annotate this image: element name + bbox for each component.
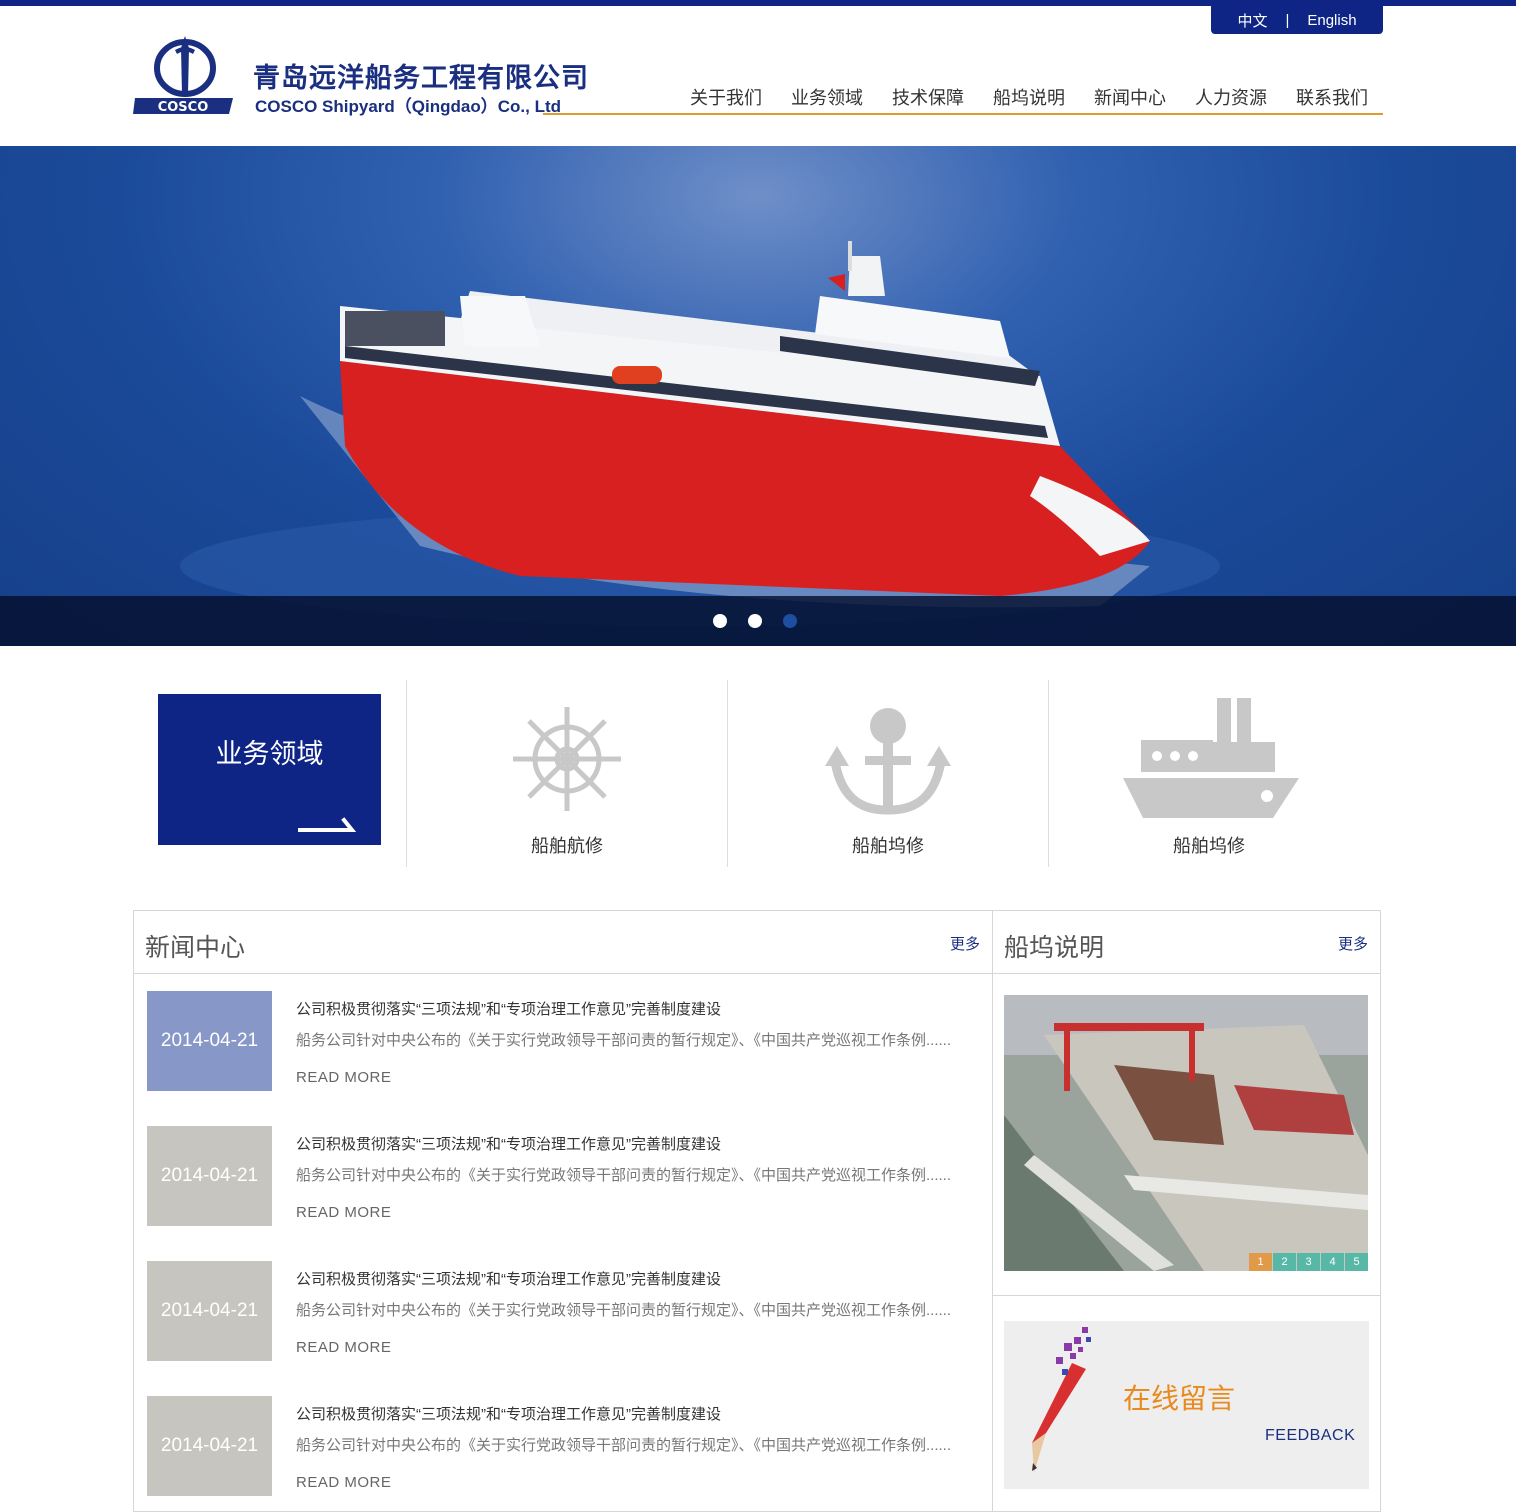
pager-page-1[interactable]: 1 <box>1249 1253 1272 1271</box>
nav-item-contact[interactable]: 联系我们 <box>1296 84 1368 110</box>
anchor-icon <box>825 708 951 815</box>
news-item: 2014-04-21 公司积极贯彻落实“三项法规”和“专项治理工作意见”完善制度… <box>147 1396 987 1496</box>
lang-english-link[interactable]: English <box>1307 12 1356 29</box>
feedback-title-en: FEEDBACK <box>1265 1427 1356 1444</box>
read-more-link[interactable]: READ MORE <box>296 1339 391 1356</box>
pager-page-2[interactable]: 2 <box>1273 1253 1296 1271</box>
service-label: 船舶坞修 <box>852 836 924 856</box>
svg-text:COSCO: COSCO <box>158 100 209 115</box>
dock-more-link[interactable]: 更多 <box>1338 933 1368 954</box>
shipyard-photo[interactable]: 1 2 3 4 5 <box>1004 995 1368 1271</box>
dock-header: 船坞说明 更多 <box>993 911 1380 974</box>
news-date: 2014-04-21 <box>147 1261 272 1361</box>
main-nav: 关于我们 业务领域 技术保障 船坞说明 新闻中心 人力资源 联系我们 <box>543 82 1383 115</box>
company-logo[interactable]: COSCO 青岛远洋船务工程有限公司 COSCO Shipyard（Qingda… <box>133 34 588 116</box>
nav-item-tech[interactable]: 技术保障 <box>892 84 964 110</box>
ship-icon <box>1123 698 1299 818</box>
news-item-title[interactable]: 公司积极贯彻落实“三项法规”和“专项治理工作意见”完善制度建设 <box>296 1268 721 1289</box>
news-panel: 新闻中心 更多 2014-04-21 公司积极贯彻落实“三项法规”和“专项治理工… <box>133 910 993 1512</box>
news-item: 2014-04-21 公司积极贯彻落实“三项法规”和“专项治理工作意见”完善制度… <box>147 1126 987 1226</box>
service-ship-repair[interactable]: 船舶航修 <box>406 680 727 867</box>
service-label: 船舶坞修 <box>1173 836 1245 856</box>
pager-page-5[interactable]: 5 <box>1345 1253 1368 1271</box>
nav-item-business[interactable]: 业务领域 <box>791 84 863 110</box>
hero-banner[interactable] <box>0 146 1516 646</box>
shipyard-image <box>1004 995 1368 1271</box>
pager-page-4[interactable]: 4 <box>1321 1253 1344 1271</box>
language-switcher: 中文 | English <box>1211 6 1383 34</box>
company-name-en: COSCO Shipyard（Qingdao）Co., Ltd <box>255 97 561 116</box>
service-label: 船舶航修 <box>531 836 603 856</box>
ship-wheel-icon <box>513 707 621 811</box>
slide-dot-3[interactable] <box>783 614 797 628</box>
nav-item-about[interactable]: 关于我们 <box>690 84 762 110</box>
photo-pager: 1 2 3 4 5 <box>1248 1253 1368 1271</box>
news-item-title[interactable]: 公司积极贯彻落实“三项法规”和“专项治理工作意见”完善制度建设 <box>296 1403 721 1424</box>
feedback-title-cn: 在线留言 <box>1123 1383 1236 1414</box>
news-item: 2014-04-21 公司积极贯彻落实“三项法规”和“专项治理工作意见”完善制度… <box>147 1261 987 1361</box>
news-item-desc: 船务公司针对中央公布的《关于实行党政领导干部问责的暂行规定》、《中国共产党巡视工… <box>296 1032 952 1049</box>
slide-dot-1[interactable] <box>713 614 727 628</box>
pager-page-3[interactable]: 3 <box>1297 1253 1320 1271</box>
slide-dot-2[interactable] <box>748 614 762 628</box>
feedback-banner[interactable]: 在线留言 FEEDBACK <box>1004 1321 1369 1489</box>
service-dock-repair-2[interactable]: 船舶坞修 <box>1048 680 1369 867</box>
read-more-link[interactable]: READ MORE <box>296 1204 391 1221</box>
news-item-title[interactable]: 公司积极贯彻落实“三项法规”和“专项治理工作意见”完善制度建设 <box>296 998 721 1019</box>
divider <box>993 1295 1380 1296</box>
news-item-desc: 船务公司针对中央公布的《关于实行党政领导干部问责的暂行规定》、《中国共产党巡视工… <box>296 1302 952 1319</box>
news-item-desc: 船务公司针对中央公布的《关于实行党政领导干部问责的暂行规定》、《中国共产党巡视工… <box>296 1437 952 1454</box>
read-more-link[interactable]: READ MORE <box>296 1069 391 1086</box>
arrow-right-icon <box>298 817 357 832</box>
news-date: 2014-04-21 <box>147 1396 272 1496</box>
news-title: 新闻中心 <box>145 934 246 962</box>
dock-title: 船坞说明 <box>1004 934 1105 962</box>
news-header: 新闻中心 更多 <box>134 911 992 974</box>
business-area-title: 业务领域 <box>215 739 324 769</box>
ferry-ship-image <box>180 241 1220 626</box>
lang-chinese-link[interactable]: 中文 <box>1237 10 1267 31</box>
nav-item-news[interactable]: 新闻中心 <box>1094 84 1166 110</box>
cosco-logo-icon: COSCO <box>133 36 233 115</box>
lang-separator: | <box>1285 11 1290 29</box>
news-more-link[interactable]: 更多 <box>950 933 980 954</box>
news-date: 2014-04-21 <box>147 991 272 1091</box>
news-item-title[interactable]: 公司积极贯彻落实“三项法规”和“专项治理工作意见”完善制度建设 <box>296 1133 721 1154</box>
nav-item-hr[interactable]: 人力资源 <box>1195 84 1267 110</box>
company-name-cn: 青岛远洋船务工程有限公司 <box>253 63 589 93</box>
business-area-box[interactable]: 业务领域 <box>158 694 381 845</box>
dock-panel: 船坞说明 更多 1 2 3 4 5 在线留言 FEEDBACK <box>992 910 1381 1512</box>
news-item-desc: 船务公司针对中央公布的《关于实行党政领导干部问责的暂行规定》、《中国共产党巡视工… <box>296 1167 952 1184</box>
news-item: 2014-04-21 公司积极贯彻落实“三项法规”和“专项治理工作意见”完善制度… <box>147 991 987 1091</box>
read-more-link[interactable]: READ MORE <box>296 1474 391 1491</box>
news-date: 2014-04-21 <box>147 1126 272 1226</box>
nav-item-dock[interactable]: 船坞说明 <box>993 84 1065 110</box>
pencil-icon <box>1032 1327 1091 1473</box>
service-dock-repair[interactable]: 船舶坞修 <box>727 680 1048 867</box>
